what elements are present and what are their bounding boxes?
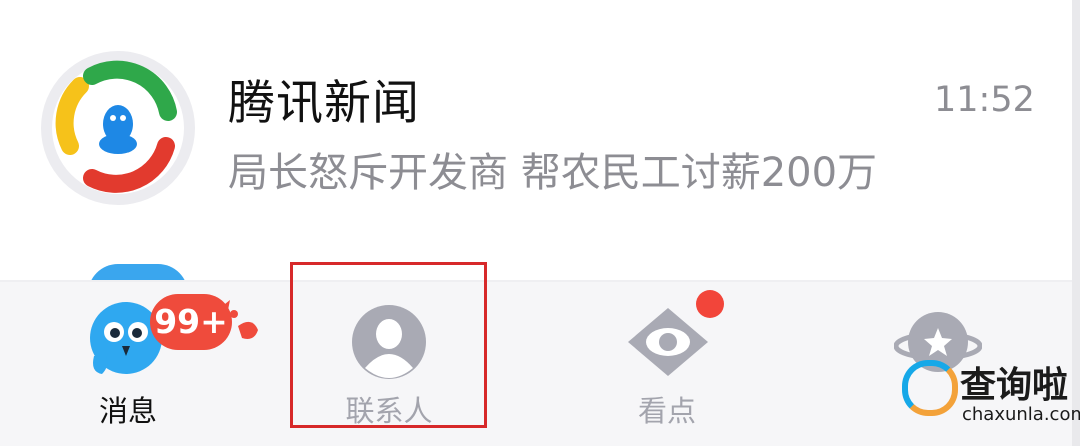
contacts-person-icon — [352, 305, 426, 379]
chat-timestamp: 11:52 — [934, 80, 1035, 120]
tab-contacts-label: 联系人 — [345, 394, 433, 428]
watermark-title: 查询啦 — [960, 365, 1069, 406]
tencent-news-logo-icon — [41, 51, 195, 205]
new-content-dot — [696, 290, 724, 318]
tab-kandian-label: 看点 — [637, 394, 696, 428]
tab-contacts[interactable]: 联系人 — [290, 280, 488, 446]
tab-messages-label: 消息 — [98, 394, 157, 428]
tab-kandian[interactable]: 看点 — [566, 280, 768, 446]
qq-penguin-icon — [90, 302, 162, 374]
chat-title: 腾讯新闻 — [228, 76, 420, 131]
badge-splash-icon — [220, 300, 258, 339]
chat-list-item-tencent-news[interactable]: 腾讯新闻 11:52 局长怒斥开发商 帮农民工讨薪200万 — [0, 0, 1072, 262]
watermark-q-icon — [902, 360, 958, 416]
right-edge-border — [1072, 0, 1080, 446]
watermark-url: chaxunla.com — [962, 404, 1080, 425]
chat-preview-text: 局长怒斥开发商 帮农民工讨薪200万 — [228, 150, 878, 196]
watermark-logo: 查询啦 chaxunla.com — [898, 354, 1080, 438]
